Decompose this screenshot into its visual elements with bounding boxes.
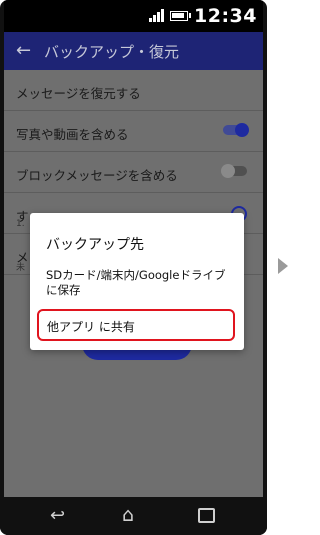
setting-sub: 1. — [16, 219, 25, 229]
page-title: バックアップ・復元 — [44, 43, 180, 61]
setting-include-blocked[interactable]: ブロックメッセージを含める — [4, 152, 263, 193]
nav-back-icon[interactable]: ↩ — [50, 505, 65, 526]
dialog-title: バックアップ先 — [46, 237, 144, 253]
setting-include-media[interactable]: 写真や動画を含める — [4, 111, 263, 152]
back-arrow-icon[interactable]: ← — [16, 40, 31, 61]
app-bar: ← バックアップ・復元 — [4, 32, 263, 70]
status-clock: 12:34 — [194, 5, 257, 27]
battery-tip — [189, 13, 191, 18]
signal-icon — [149, 9, 164, 22]
option-share-app-label: 他アプリ に共有 — [47, 320, 135, 334]
phone-frame: 12:34 ← バックアップ・復元 メッセージを復元する 写真や動画を含める ブ… — [0, 0, 267, 535]
setting-sub: 未 — [16, 263, 26, 273]
backup-destination-dialog: バックアップ先 SDカード/端末内/Googleドライブに保存 他アプリ に共有 — [30, 213, 244, 350]
setting-restore-messages[interactable]: メッセージを復元する — [4, 70, 263, 111]
status-bar: 12:34 — [4, 0, 263, 32]
option-share-app[interactable]: 他アプリ に共有 — [37, 309, 235, 341]
status-icons — [149, 9, 191, 22]
screen: 12:34 ← バックアップ・復元 メッセージを復元する 写真や動画を含める ブ… — [4, 0, 263, 497]
nav-bar: ↩ ⌂ — [0, 497, 267, 535]
setting-label: メッセージを復元する — [16, 86, 141, 101]
next-arrow-icon — [278, 258, 288, 274]
setting-label: ブロックメッセージを含める — [16, 168, 178, 183]
nav-recent-apps-icon[interactable] — [198, 508, 215, 523]
option-save-storage[interactable]: SDカード/端末内/Googleドライブに保存 — [46, 268, 236, 298]
include-media-toggle[interactable] — [223, 123, 249, 137]
setting-label: 写真や動画を含める — [16, 127, 129, 142]
battery-icon — [170, 10, 188, 21]
nav-home-icon[interactable]: ⌂ — [122, 504, 134, 526]
include-blocked-toggle[interactable] — [221, 164, 247, 178]
